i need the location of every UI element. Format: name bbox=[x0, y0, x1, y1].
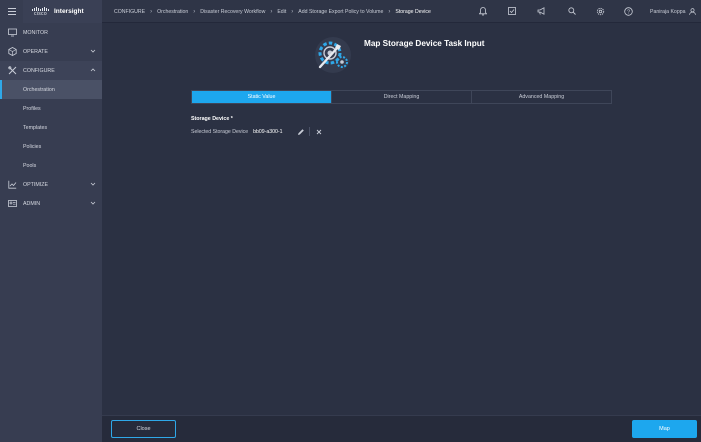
selected-storage-device-value: bb09-a300-1 bbox=[253, 129, 283, 135]
edit-icon[interactable] bbox=[297, 128, 305, 136]
sidebar-item-label: OPERATE bbox=[23, 48, 48, 55]
sidebar-item-pools[interactable]: Pools bbox=[0, 156, 102, 175]
chevron-down-icon bbox=[90, 49, 96, 53]
gear-icon[interactable] bbox=[595, 6, 605, 16]
operate-icon bbox=[8, 47, 17, 56]
main-content: Map Storage Device Task Input Static Val… bbox=[102, 23, 701, 442]
gear-wrench-icon bbox=[315, 37, 351, 73]
sidebar-item-optimize[interactable]: OPTIMIZE bbox=[0, 175, 102, 194]
map-button[interactable]: Map bbox=[632, 420, 697, 438]
svg-text:?: ? bbox=[626, 9, 629, 15]
chevron-up-icon bbox=[90, 68, 96, 72]
breadcrumb-task[interactable]: Add Storage Export Policy to Volume bbox=[298, 9, 383, 15]
admin-icon bbox=[8, 200, 17, 207]
sidebar-item-operate[interactable]: OPERATE bbox=[0, 42, 102, 61]
sidebar-item-monitor[interactable]: MONITOR bbox=[0, 23, 102, 42]
sidebar-item-label: Profiles bbox=[23, 105, 41, 112]
help-icon[interactable]: ? bbox=[623, 6, 633, 16]
sidebar-item-policies[interactable]: Policies bbox=[0, 137, 102, 156]
breadcrumb-edit[interactable]: Edit bbox=[277, 9, 286, 15]
chevron-right-icon: › bbox=[291, 8, 294, 15]
menu-icon[interactable] bbox=[0, 0, 23, 23]
breadcrumb-workflow[interactable]: Disaster Recovery Workflow bbox=[200, 9, 265, 15]
selected-storage-device-label: Selected Storage Device bbox=[191, 129, 249, 135]
cisco-logo: cisco bbox=[32, 6, 49, 17]
tab-advanced-mapping[interactable]: Advanced Mapping bbox=[472, 91, 611, 103]
brand-name: Intersight bbox=[54, 8, 84, 15]
top-bar: cisco Intersight CONFIGURE › Orchestrati… bbox=[0, 0, 701, 23]
mapping-tabs: Static Value Direct Mapping Advanced Map… bbox=[191, 90, 612, 104]
sidebar-item-label: ADMIN bbox=[23, 200, 41, 207]
page-title: Map Storage Device Task Input bbox=[364, 39, 485, 48]
chevron-right-icon: › bbox=[193, 8, 196, 15]
configure-icon bbox=[8, 66, 17, 75]
breadcrumb-current: Storage Device bbox=[395, 8, 431, 15]
user-name: Paniraja Koppa bbox=[650, 8, 686, 15]
tab-static-value[interactable]: Static Value bbox=[192, 91, 332, 103]
close-icon[interactable] bbox=[315, 128, 323, 136]
sidebar-item-configure[interactable]: CONFIGURE bbox=[0, 61, 102, 80]
chevron-right-icon: › bbox=[388, 8, 391, 15]
sidebar-item-label: Templates bbox=[23, 124, 48, 131]
checklist-icon[interactable] bbox=[507, 6, 517, 16]
sidebar-item-orchestration[interactable]: Orchestration bbox=[0, 80, 102, 99]
sidebar-item-label: Pools bbox=[23, 162, 37, 169]
sidebar-item-templates[interactable]: Templates bbox=[0, 118, 102, 137]
footer: Close Map bbox=[102, 415, 701, 442]
divider bbox=[309, 127, 310, 136]
chevron-down-icon bbox=[90, 182, 96, 186]
optimize-icon bbox=[8, 180, 17, 189]
sidebar: MONITOR OPERATE CONFIGURE Orchestration … bbox=[0, 23, 102, 442]
monitor-icon bbox=[8, 28, 17, 37]
user-menu[interactable]: Paniraja Koppa bbox=[650, 0, 697, 23]
storage-device-label: Storage Device * bbox=[191, 116, 233, 122]
sidebar-item-profiles[interactable]: Profiles bbox=[0, 99, 102, 118]
sidebar-item-label: MONITOR bbox=[23, 29, 48, 36]
chevron-right-icon: › bbox=[150, 8, 153, 15]
close-button[interactable]: Close bbox=[111, 420, 176, 438]
selected-storage-device: Selected Storage Device bb09-a300-1 bbox=[191, 128, 283, 136]
sidebar-item-label: Policies bbox=[23, 143, 42, 150]
bell-icon[interactable] bbox=[478, 6, 488, 16]
chevron-right-icon: › bbox=[270, 8, 273, 15]
breadcrumb-configure[interactable]: CONFIGURE bbox=[114, 9, 145, 15]
user-icon bbox=[689, 8, 697, 15]
tab-direct-mapping[interactable]: Direct Mapping bbox=[332, 91, 472, 103]
breadcrumb: CONFIGURE › Orchestration › Disaster Rec… bbox=[114, 0, 431, 23]
sidebar-item-label: OPTIMIZE bbox=[23, 181, 49, 188]
breadcrumb-orchestration[interactable]: Orchestration bbox=[157, 9, 188, 15]
cisco-logo-text: cisco bbox=[34, 10, 47, 17]
sidebar-item-label: Orchestration bbox=[23, 86, 55, 93]
megaphone-icon[interactable] bbox=[536, 6, 546, 16]
search-icon[interactable] bbox=[567, 6, 577, 16]
sidebar-item-admin[interactable]: ADMIN bbox=[0, 194, 102, 213]
sidebar-item-label: CONFIGURE bbox=[23, 67, 55, 74]
chevron-down-icon bbox=[90, 201, 96, 205]
app-window: cisco Intersight CONFIGURE › Orchestrati… bbox=[0, 0, 701, 442]
brand[interactable]: cisco Intersight bbox=[23, 0, 102, 23]
